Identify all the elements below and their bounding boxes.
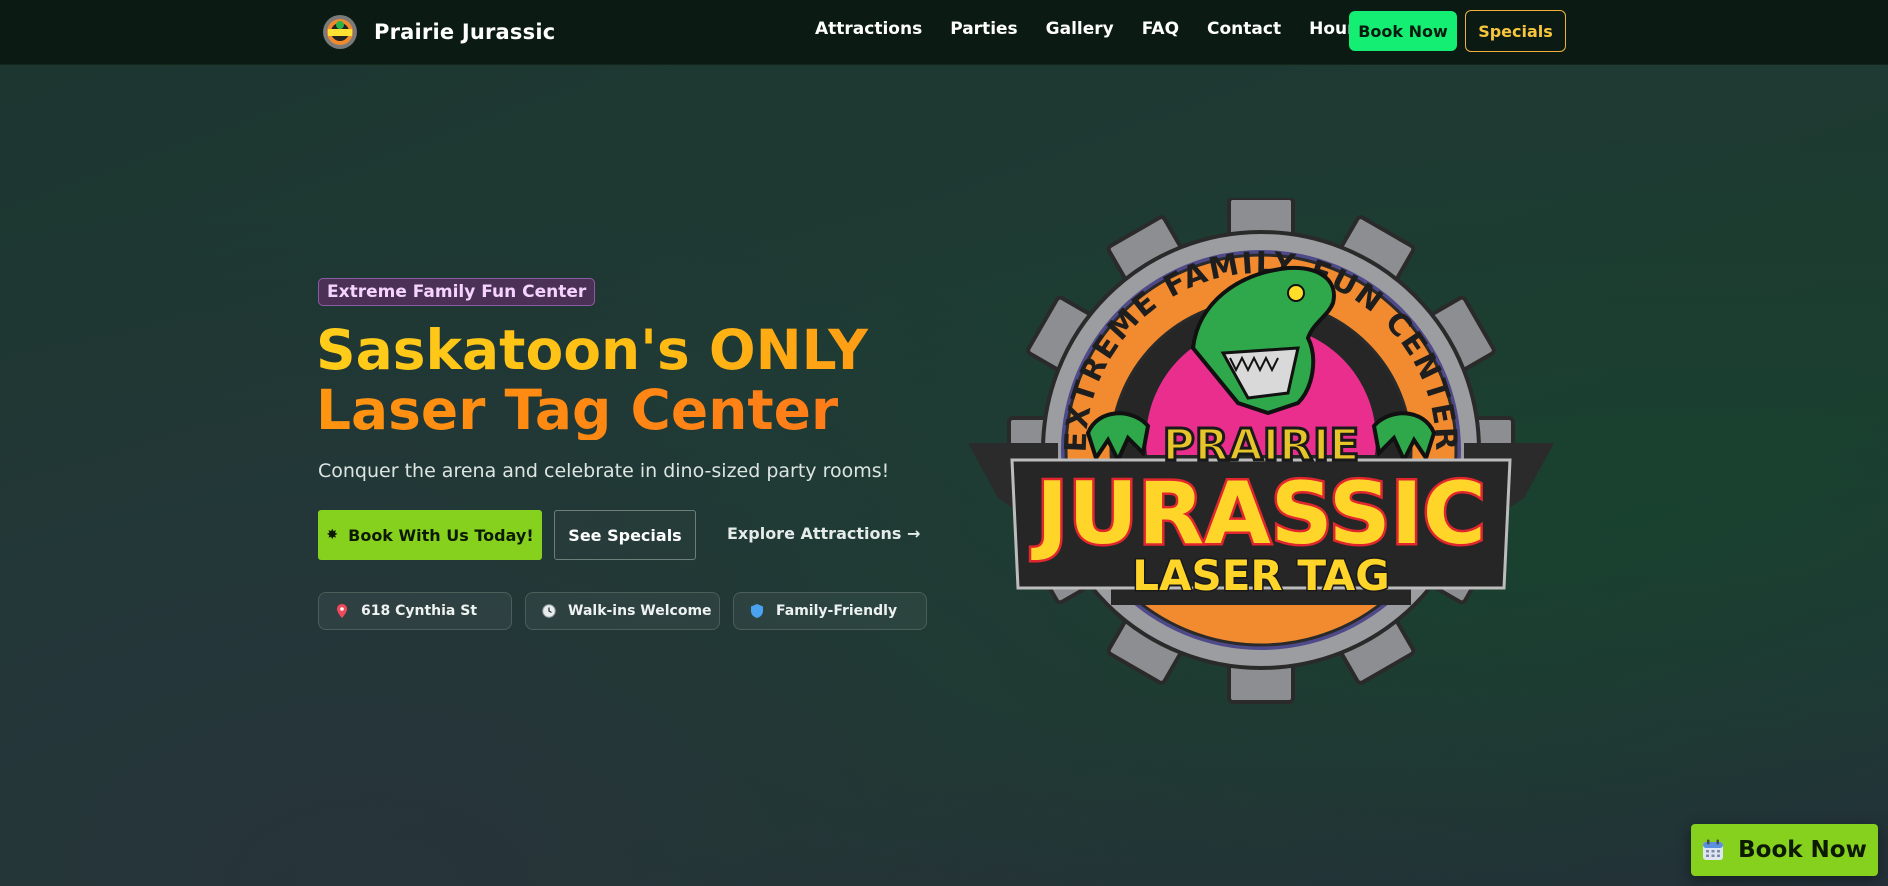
- floating-book-now-button[interactable]: Book Now: [1691, 824, 1878, 876]
- hero-info-chips: 618 Cynthia St Walk-ins Welcome Family-F…: [318, 592, 940, 630]
- nav-link-parties[interactable]: Parties: [950, 19, 1017, 39]
- background-glow: [0, 0, 1888, 886]
- emblem-bottom-word: LASER TAG: [1132, 551, 1390, 600]
- hero-subtitle: Conquer the arena and celebrate in dino-…: [318, 460, 890, 482]
- explore-attractions-link[interactable]: Explore Attractions →: [727, 524, 920, 543]
- star-burst-icon: ✸: [326, 527, 339, 543]
- see-specials-button[interactable]: See Specials: [554, 510, 696, 560]
- walk-ins-chip: Walk-ins Welcome: [525, 592, 720, 630]
- clock-icon: [542, 604, 556, 618]
- hero-title: Saskatoon's ONLY Laser Tag Center: [316, 320, 876, 440]
- pin-icon: [335, 604, 349, 618]
- emblem-main-word: JURASSIC: [1031, 464, 1486, 564]
- prairie-jurassic-laser-tag-emblem: EXTREME FAMILY FUN CENTER PRAIRIE JURASS…: [968, 198, 1554, 704]
- hero-tagline-badge: Extreme Family Fun Center: [318, 278, 596, 306]
- prairie-jurassic-logo-icon: [323, 15, 357, 49]
- floating-book-now-label: Book Now: [1738, 837, 1867, 863]
- nav-link-attractions[interactable]: Attractions: [815, 19, 922, 39]
- book-with-us-button[interactable]: ✸ Book With Us Today!: [318, 510, 542, 560]
- nav-link-contact[interactable]: Contact: [1207, 19, 1281, 39]
- hero-title-line-2: Laser Tag Center: [316, 380, 876, 440]
- nav-book-now-button[interactable]: Book Now: [1349, 11, 1457, 51]
- nav-specials-button[interactable]: Specials: [1465, 10, 1566, 52]
- hero-title-line-1: Saskatoon's ONLY: [316, 320, 876, 380]
- address-chip: 618 Cynthia St: [318, 592, 512, 630]
- family-friendly-chip: Family-Friendly: [733, 592, 927, 630]
- walk-ins-chip-label: Walk-ins Welcome: [568, 603, 712, 619]
- address-chip-label: 618 Cynthia St: [361, 603, 478, 619]
- brand[interactable]: Prairie Jurassic: [322, 14, 555, 50]
- calendar-icon: [1703, 839, 1724, 860]
- family-friendly-chip-label: Family-Friendly: [776, 603, 898, 619]
- nav-link-gallery[interactable]: Gallery: [1046, 19, 1114, 39]
- nav-links: Attractions Parties Gallery FAQ Contact …: [815, 19, 1394, 39]
- top-navigation: Prairie Jurassic Attractions Parties Gal…: [0, 0, 1888, 65]
- brand-name: Prairie Jurassic: [374, 20, 556, 44]
- nav-link-faq[interactable]: FAQ: [1142, 19, 1179, 39]
- shield-icon: [750, 604, 764, 618]
- book-with-us-label: Book With Us Today!: [348, 525, 534, 545]
